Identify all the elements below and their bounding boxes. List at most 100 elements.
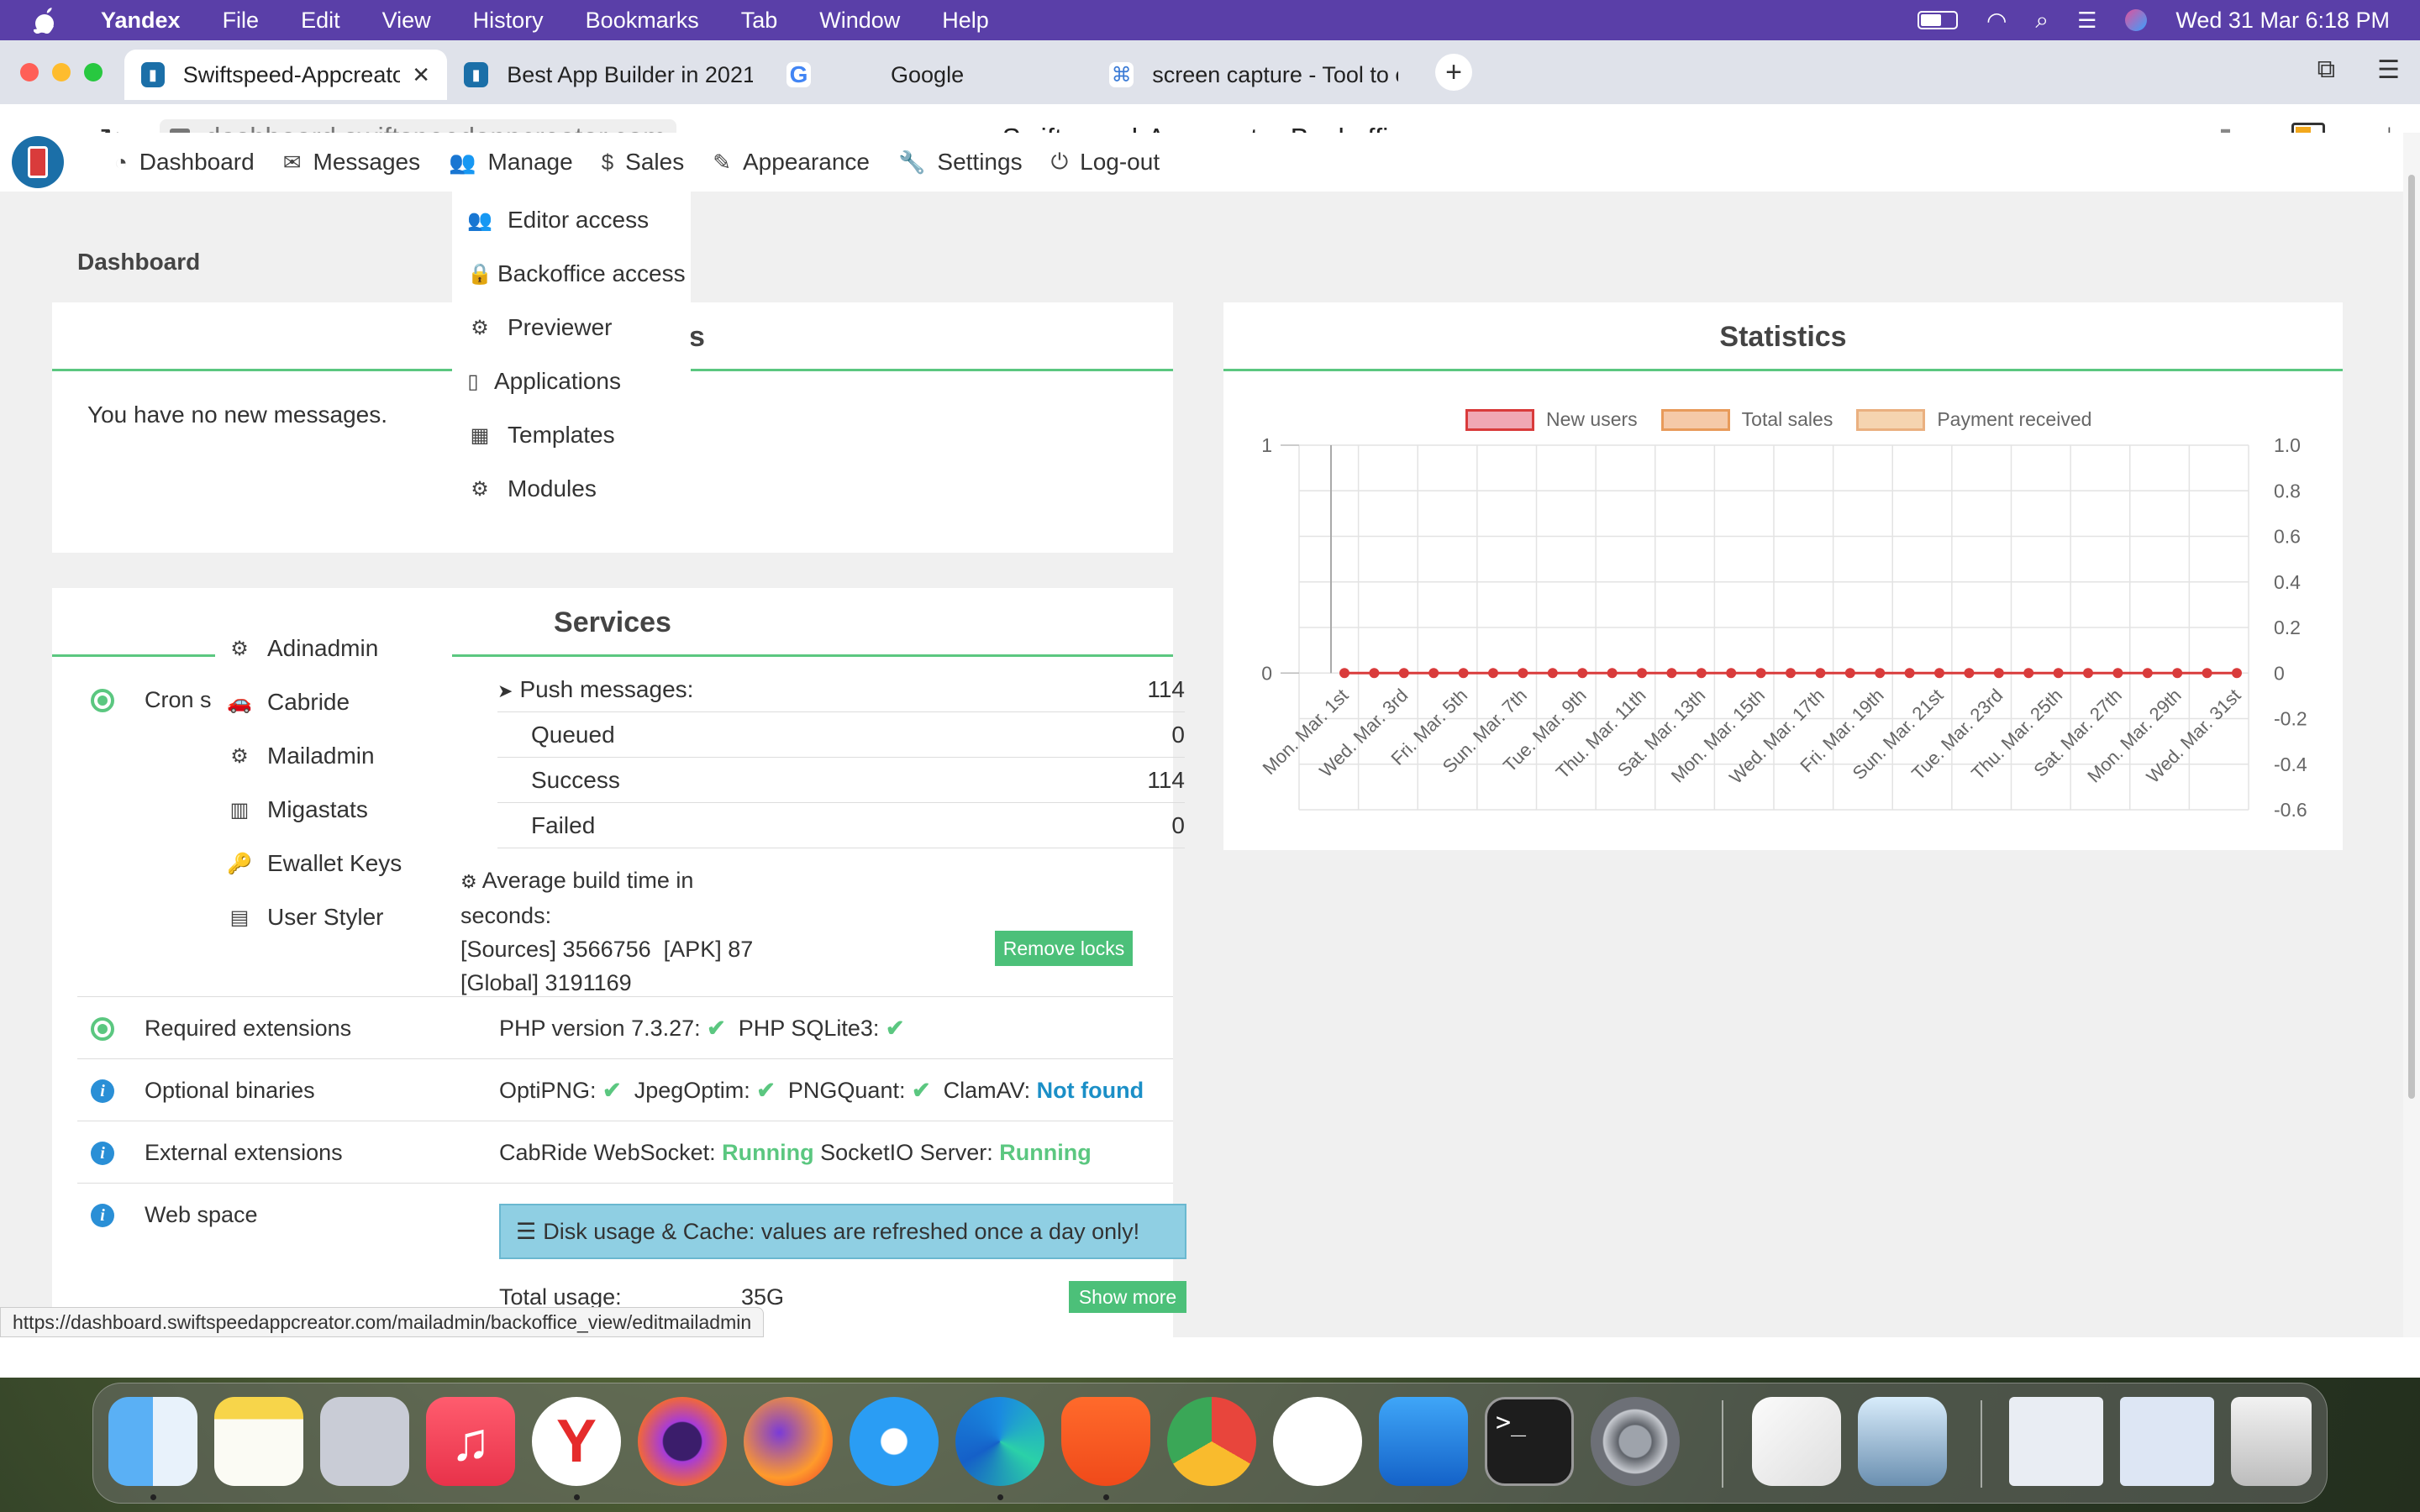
data-point: [1726, 668, 1737, 679]
textedit-icon[interactable]: [1752, 1397, 1841, 1486]
build-time-block: ⚙ Average build time in seconds: [Sources…: [460, 864, 753, 1000]
push-label: ➤ Push messages:: [497, 676, 693, 703]
required-status-icon: [91, 1017, 114, 1041]
launchpad-icon[interactable]: [320, 1397, 409, 1486]
wifi-icon[interactable]: ◠: [1986, 7, 2007, 34]
edge-window-thumbnail[interactable]: [2120, 1397, 2214, 1486]
menu-item-applications[interactable]: ▯ Applications: [467, 354, 691, 408]
minimize-window-button[interactable]: [52, 63, 71, 81]
submenu-item-migastats[interactable]: ▥ Migastats: [227, 783, 452, 837]
menu-file[interactable]: File: [223, 8, 260, 34]
opera-gx-icon[interactable]: [638, 1397, 727, 1486]
safari-icon[interactable]: [850, 1397, 939, 1486]
tab-screen-capture[interactable]: ⌘ screen capture - Tool to c: [1092, 50, 1415, 100]
cron-status-icon: [91, 689, 114, 712]
grid-icon: ▦: [470, 423, 490, 447]
tab-best-app-builder[interactable]: ▮ Best App Builder in 2021: [447, 50, 770, 100]
android-studio-icon[interactable]: [1273, 1397, 1362, 1486]
statistics-panel-header: Statistics: [1223, 302, 2343, 371]
menubar-clock[interactable]: Wed 31 Mar 6:18 PM: [2175, 8, 2390, 34]
system-preferences-icon[interactable]: [1591, 1397, 1680, 1486]
build-time-sources: [Sources] 3566756 [APK] 87: [460, 937, 754, 962]
preview-icon[interactable]: [1858, 1397, 1947, 1486]
close-window-button[interactable]: [20, 63, 39, 81]
search-icon[interactable]: ⌕: [2035, 7, 2049, 34]
music-icon[interactable]: ♫: [426, 1397, 515, 1486]
tabs-overview-icon[interactable]: ⧉: [2317, 55, 2335, 85]
zoom-window-button[interactable]: [84, 63, 103, 81]
edge-icon[interactable]: [955, 1397, 1044, 1486]
new-tab-button[interactable]: +: [1435, 54, 1472, 91]
browser-menu-icon[interactable]: ☰: [2377, 55, 2400, 85]
page-scrollbar[interactable]: [2403, 133, 2420, 1337]
siri-icon[interactable]: [2125, 9, 2148, 31]
clamav-status-link[interactable]: Not found: [1037, 1078, 1144, 1103]
menu-window[interactable]: Window: [819, 8, 900, 34]
submenu-item-mailadmin[interactable]: ⚙ Mailadmin: [227, 729, 452, 783]
battery-icon[interactable]: [1917, 11, 1958, 29]
chrome-icon[interactable]: [1167, 1397, 1256, 1486]
push-value: 114: [1147, 675, 1185, 702]
finder-icon[interactable]: [108, 1397, 197, 1486]
menu-edit[interactable]: Edit: [301, 8, 340, 34]
nav-manage[interactable]: 👥 Manage: [449, 149, 573, 176]
dock-separator: [1981, 1400, 1982, 1488]
app-logo[interactable]: [12, 136, 64, 188]
nav-dashboard[interactable]: ◔ Dashboard: [114, 149, 255, 176]
nav-settings[interactable]: 🔧 Settings: [898, 149, 1023, 176]
submenu-item-adinadmin[interactable]: ⚙ Adinadmin: [227, 622, 452, 675]
submenu-item-user-styler[interactable]: ▤ User Styler: [227, 890, 452, 944]
nav-label: Sales: [625, 149, 685, 175]
check-icon: ✔: [911, 1078, 931, 1103]
menu-help[interactable]: Help: [942, 8, 989, 34]
google-favicon-icon: G: [786, 61, 812, 87]
brave-window-thumbnail[interactable]: [2009, 1397, 2103, 1486]
menu-item-editor-access[interactable]: 👥 Editor access: [467, 193, 691, 247]
close-tab-icon[interactable]: ✕: [412, 62, 430, 88]
trash-icon[interactable]: [2231, 1397, 2312, 1486]
tab-title: Google: [891, 61, 965, 87]
tab-swiftspeed[interactable]: ▮ Swiftspeed-Appcreato ✕: [124, 50, 447, 100]
right-axis-tick-label: 0.8: [2274, 480, 2301, 501]
data-point: [1786, 668, 1796, 679]
brave-icon[interactable]: [1061, 1397, 1150, 1486]
build-time-line: seconds:: [460, 903, 552, 928]
nav-messages[interactable]: ✉ Messages: [283, 149, 420, 176]
control-center-icon[interactable]: ☰: [2077, 8, 2096, 34]
gear-icon: ⚙: [471, 316, 489, 339]
nav-sales[interactable]: $ Sales: [602, 149, 685, 176]
firefox-icon[interactable]: [744, 1397, 833, 1486]
menu-history[interactable]: History: [473, 8, 544, 34]
xcode-icon[interactable]: [1379, 1397, 1468, 1486]
yandex-browser-icon[interactable]: Y: [532, 1397, 621, 1486]
car-icon: 🚗: [227, 690, 252, 714]
nav-logout[interactable]: ⏻ Log-out: [1051, 149, 1160, 176]
menu-app-name[interactable]: Yandex: [101, 8, 181, 34]
page-content: ◔ Dashboard ✉ Messages 👥 Manage $ Sales ✎ App…: [0, 133, 2403, 1337]
menu-item-templates[interactable]: ▦ Templates: [467, 408, 691, 462]
submenu-item-ewallet-keys[interactable]: 🔑 Ewallet Keys: [227, 837, 452, 890]
show-more-button[interactable]: Show more: [1069, 1281, 1186, 1313]
gears-icon: ⚙: [230, 637, 249, 660]
data-point: [1964, 668, 1975, 679]
nav-appearance[interactable]: ✎ Appearance: [713, 149, 870, 176]
menu-item-label: Applications: [494, 368, 621, 394]
menu-bookmarks[interactable]: Bookmarks: [586, 8, 699, 34]
menu-item-modules[interactable]: ⚙ Modules: [467, 462, 691, 516]
remove-locks-button[interactable]: Remove locks: [995, 931, 1133, 966]
gears-icon: ⚙: [460, 871, 477, 892]
right-axis-tick-label: -0.2: [2274, 708, 2307, 730]
notes-icon[interactable]: [214, 1397, 303, 1486]
apple-icon[interactable]: [34, 7, 67, 34]
menu-view[interactable]: View: [382, 8, 431, 34]
terminal-icon[interactable]: >_: [1485, 1397, 1574, 1486]
menu-tab[interactable]: Tab: [741, 8, 778, 34]
menu-item-previewer[interactable]: ⚙ Previewer: [467, 301, 691, 354]
menu-item-backoffice-access[interactable]: 🔒 Backoffice access: [467, 247, 691, 301]
push-label-text: Push messages:: [519, 675, 694, 702]
data-point: [2202, 668, 2212, 679]
submenu-item-cabride[interactable]: 🚗 Cabride: [227, 675, 452, 729]
scrollbar-thumb[interactable]: [2408, 175, 2415, 1099]
link-preview-status-bar: https://dashboard.swiftspeedappcreator.c…: [0, 1307, 765, 1337]
tab-google[interactable]: G Google: [770, 50, 1092, 100]
